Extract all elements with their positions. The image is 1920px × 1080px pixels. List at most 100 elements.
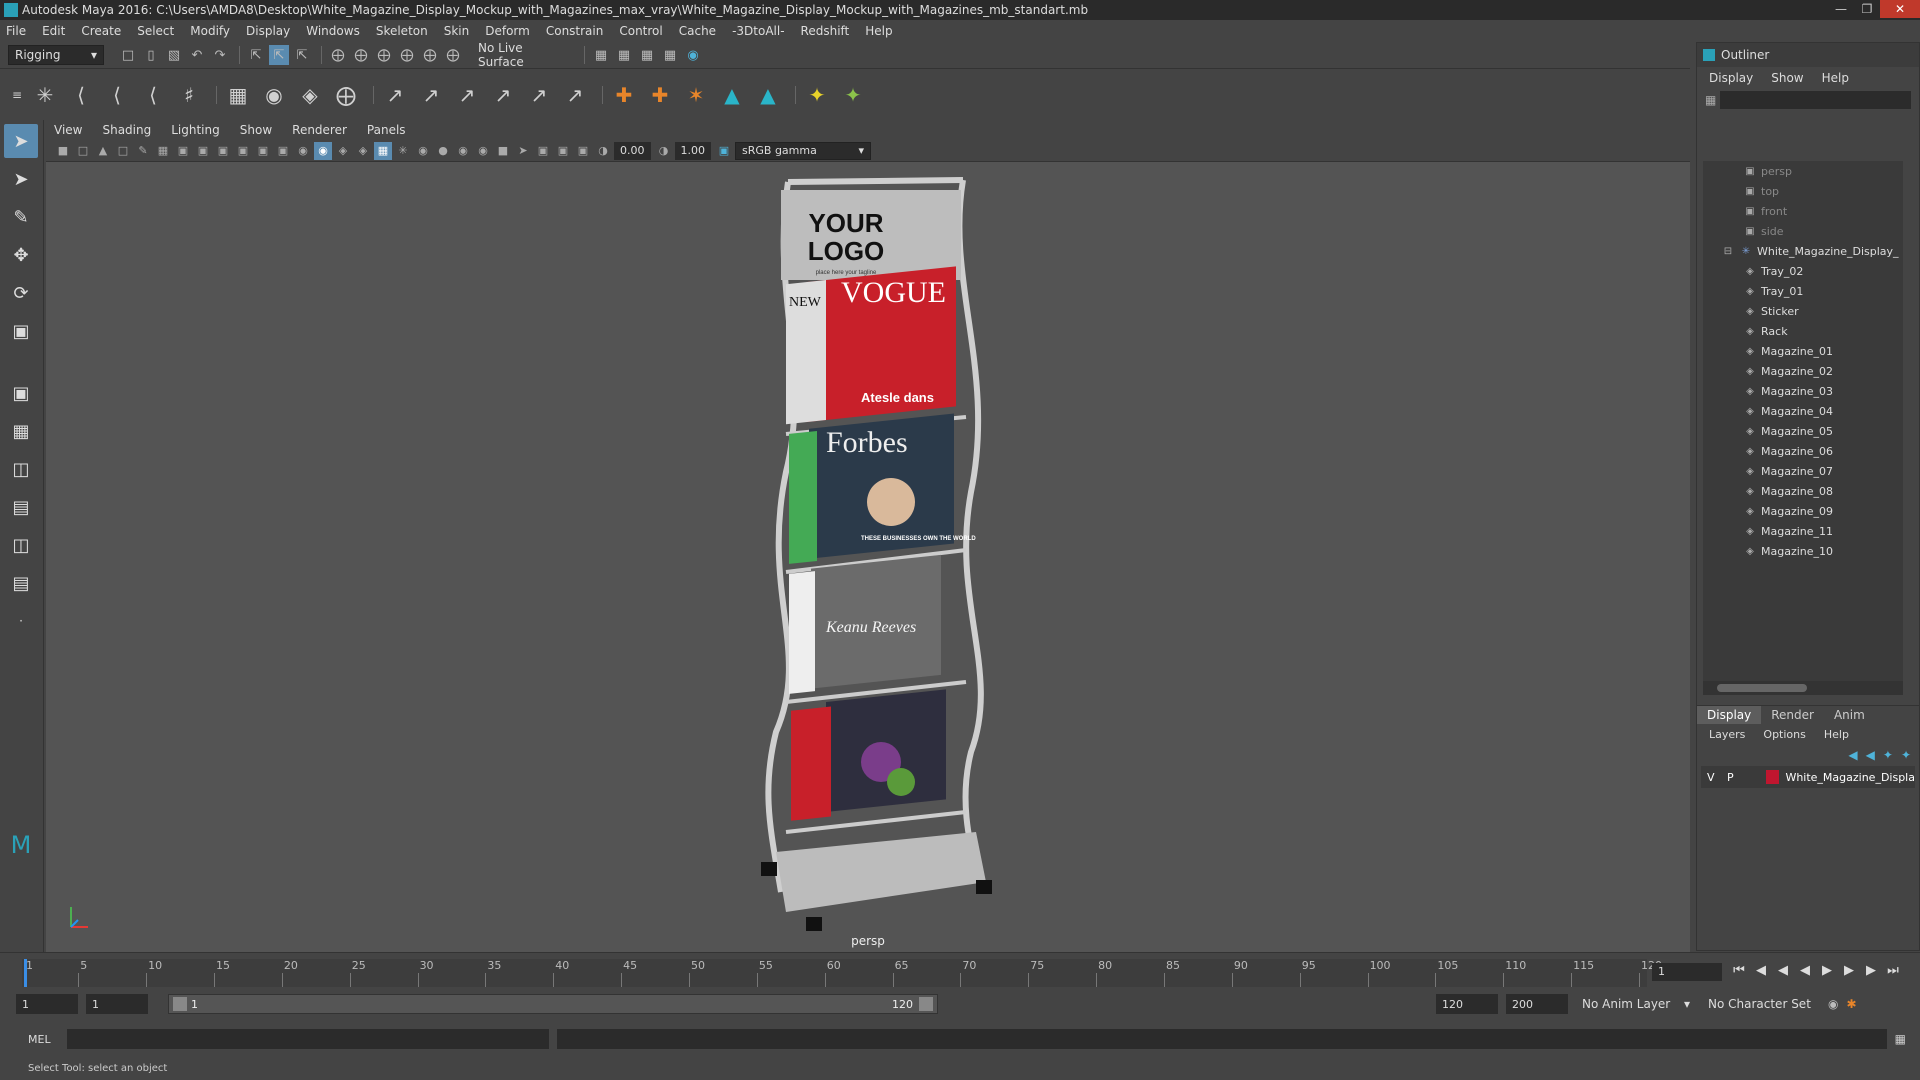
time-ruler[interactable]: 1 5 10 15 20 25 30 35 40 45 50 55 60 65 70 75 80 85 90 95 10… — [22, 959, 1662, 987]
outliner-item-magazine05[interactable]: ◈ Magazine_05 — [1703, 421, 1903, 441]
playback-end-field[interactable]: 120 — [1436, 994, 1498, 1014]
range-end-handle[interactable] — [919, 997, 933, 1011]
ipr-render-icon[interactable]: ▦ — [614, 45, 634, 65]
safe-action-icon[interactable]: ▣ — [254, 142, 272, 160]
menu-deform[interactable]: Deform — [485, 24, 530, 38]
single-view-icon[interactable]: ▣ — [4, 376, 38, 410]
select-object-icon[interactable]: ⇱ — [269, 45, 289, 65]
current-time-marker[interactable] — [24, 959, 27, 987]
play-backward-icon[interactable]: ◀ — [1794, 963, 1816, 978]
side-by-side-icon[interactable]: ◫ — [4, 452, 38, 486]
tab-anim[interactable]: Anim — [1824, 706, 1875, 724]
gamma-icon[interactable]: ◑ — [655, 142, 673, 160]
snap-view-icon[interactable]: ⨁ — [397, 45, 417, 65]
snap-surface-icon[interactable]: ⨁ — [420, 45, 440, 65]
gate-mask-icon[interactable]: ▣ — [214, 142, 232, 160]
range-bar[interactable]: 1 120 — [168, 994, 938, 1014]
ambient-occlusion-icon[interactable]: ● — [434, 142, 452, 160]
anti-alias-icon[interactable]: ◉ — [474, 142, 492, 160]
outliner-item-magazine10[interactable]: ◈ Magazine_10 — [1703, 541, 1903, 561]
outliner-item-magazine07[interactable]: ◈ Magazine_07 — [1703, 461, 1903, 481]
lattice-icon[interactable]: ↗ — [416, 80, 446, 110]
menu-cache[interactable]: Cache — [679, 24, 716, 38]
step-forward-key-icon[interactable]: ▶ — [1860, 963, 1882, 978]
menu-3dtoall[interactable]: -3DtoAll- — [732, 24, 784, 38]
menu-control[interactable]: Control — [619, 24, 662, 38]
xray-icon[interactable]: ▦ — [374, 141, 392, 160]
menu-display[interactable]: Display — [246, 24, 290, 38]
menu-modify[interactable]: Modify — [190, 24, 230, 38]
view-transform-dropdown[interactable]: sRGB gamma ▾ — [735, 141, 871, 160]
menu-file[interactable]: File — [6, 24, 26, 38]
outliner-camera-front[interactable]: ▣ front — [1703, 201, 1903, 221]
persp-graph-icon[interactable]: ◫ — [4, 528, 38, 562]
set-driven-key-icon[interactable]: ✦ — [838, 80, 868, 110]
tab-render[interactable]: Render — [1761, 706, 1824, 724]
four-view-icon[interactable]: ▦ — [4, 414, 38, 448]
move-tool-icon[interactable]: ✥ — [4, 238, 38, 272]
new-layer-icon[interactable]: ✦ — [1883, 748, 1893, 762]
rotate-tool-icon[interactable]: ⟳ — [4, 276, 38, 310]
outliner-item-magazine11[interactable]: ◈ Magazine_11 — [1703, 521, 1903, 541]
ik-spline-icon[interactable]: ⟨ — [102, 80, 132, 110]
field-chart-icon[interactable]: ▣ — [234, 142, 252, 160]
character-set-dropdown[interactable]: No Character Set — [1702, 994, 1822, 1014]
redo-icon[interactable]: ↷ — [210, 45, 230, 65]
range-start-handle[interactable] — [173, 997, 187, 1011]
minimize-button[interactable]: — — [1828, 0, 1854, 18]
rivet-icon[interactable]: ✦ — [802, 80, 832, 110]
snap-point-icon[interactable]: ⨁ — [374, 45, 394, 65]
undo-icon[interactable]: ↶ — [187, 45, 207, 65]
vp-menu-lighting[interactable]: Lighting — [171, 123, 220, 137]
outliner-item-magazine06[interactable]: ◈ Magazine_06 — [1703, 441, 1903, 461]
shadows-icon[interactable]: ◉ — [414, 142, 432, 160]
isolate-select-icon[interactable]: ➤ — [514, 142, 532, 160]
hypershade-icon[interactable]: ▦ — [660, 45, 680, 65]
menu-skeleton[interactable]: Skeleton — [376, 24, 428, 38]
interactive-bind-icon[interactable]: ◈ — [295, 80, 325, 110]
menu-create[interactable]: Create — [81, 24, 121, 38]
camera-attr-icon[interactable]: □ — [74, 142, 92, 160]
redshift-render-icon[interactable]: ◉ — [683, 45, 703, 65]
play-forward-icon[interactable]: ▶ — [1816, 963, 1838, 978]
blend-shape-icon[interactable]: ↗ — [488, 80, 518, 110]
command-input[interactable] — [66, 1029, 549, 1049]
snap-curve-icon[interactable]: ⨁ — [351, 45, 371, 65]
grease-pencil-icon[interactable]: ✎ — [134, 142, 152, 160]
step-forward-frame-icon[interactable]: ▶ — [1838, 963, 1860, 978]
layer-playback-toggle[interactable]: P — [1721, 771, 1741, 784]
menu-edit[interactable]: Edit — [42, 24, 65, 38]
paint-weights-icon[interactable]: ⨁ — [331, 80, 361, 110]
3d-viewport[interactable]: YOUR LOGO place here your tagline NEW VO… — [46, 162, 1690, 952]
scale-tool-icon[interactable]: ▣ — [4, 314, 38, 348]
wireframe-icon[interactable]: ◉ — [294, 142, 312, 160]
render-settings-icon[interactable]: ▦ — [637, 45, 657, 65]
xray-active-icon[interactable]: ▣ — [554, 142, 572, 160]
open-scene-icon[interactable]: ▯ — [141, 45, 161, 65]
outliner-item-magazine09[interactable]: ◈ Magazine_09 — [1703, 501, 1903, 521]
cluster-icon[interactable]: ↗ — [380, 80, 410, 110]
outliner-horizontal-scrollbar[interactable] — [1703, 681, 1903, 695]
collapse-icon[interactable]: ⊟ — [1721, 246, 1735, 257]
vp-menu-shading[interactable]: Shading — [102, 123, 151, 137]
menu-redshift[interactable]: Redshift — [801, 24, 850, 38]
textured-icon[interactable]: ◈ — [354, 142, 372, 160]
color-management-icon[interactable]: ▣ — [715, 142, 733, 160]
bind-skin-icon[interactable]: ▦ — [223, 80, 253, 110]
tab-display[interactable]: Display — [1697, 706, 1762, 724]
orient-constraint-icon[interactable]: ✶ — [681, 80, 711, 110]
layer-menu-options[interactable]: Options — [1763, 728, 1805, 741]
move-layer-up-icon[interactable]: ◀ — [1848, 748, 1857, 762]
outliner-camera-persp[interactable]: ▣ persp — [1703, 161, 1903, 181]
menu-set-dropdown[interactable]: Rigging ▾ — [8, 45, 104, 65]
step-back-key-icon[interactable]: ◀ — [1750, 963, 1772, 978]
animation-end-field[interactable]: 200 — [1506, 994, 1568, 1014]
current-frame-field[interactable]: 1 — [1652, 963, 1722, 981]
layer-menu-layers[interactable]: Layers — [1709, 728, 1745, 741]
lasso-tool-icon[interactable]: ➤ — [4, 162, 38, 196]
wrap-icon[interactable]: ↗ — [452, 80, 482, 110]
outliner-item-magazine08[interactable]: ◈ Magazine_08 — [1703, 481, 1903, 501]
smooth-bind-icon[interactable]: ◉ — [259, 80, 289, 110]
go-to-start-icon[interactable]: ⏮ — [1728, 963, 1750, 978]
select-hierarchy-icon[interactable]: ⇱ — [246, 45, 266, 65]
